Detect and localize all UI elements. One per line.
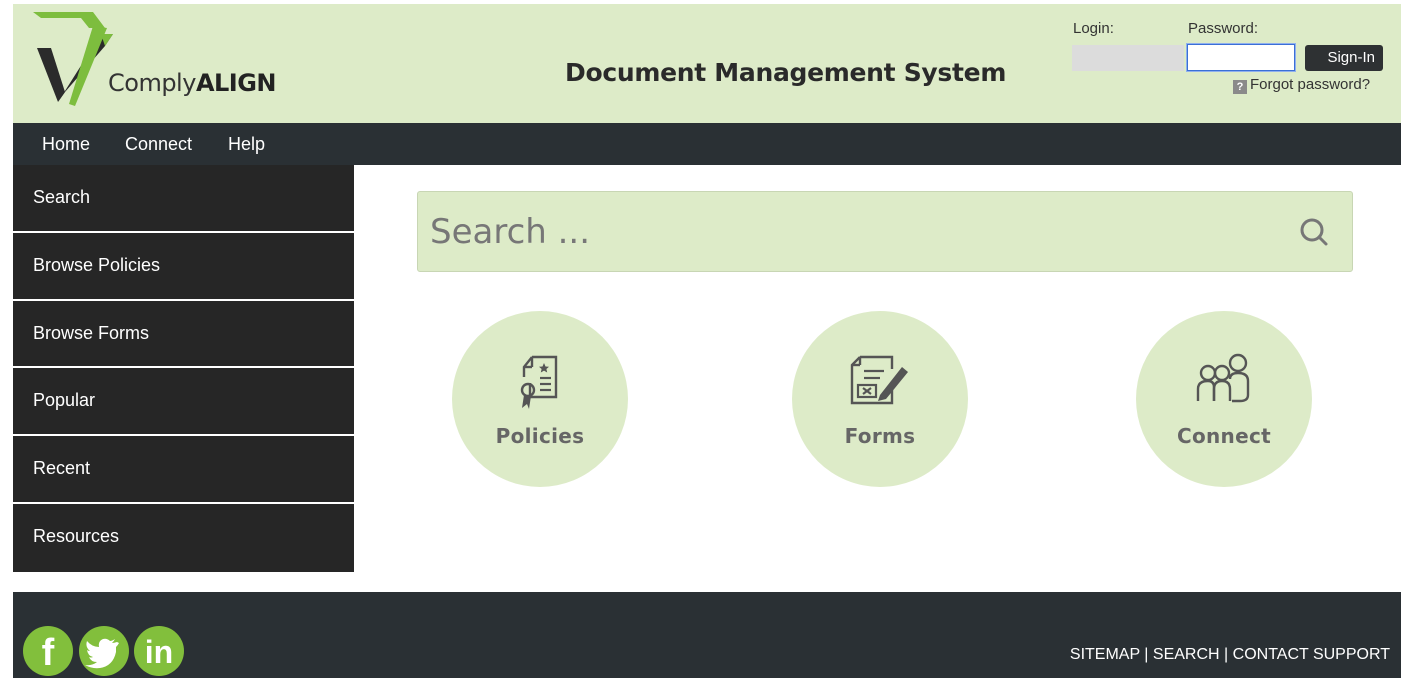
complyalign-logo[interactable]: ComplyALIGN [31, 12, 277, 107]
nav-connect[interactable]: Connect [125, 134, 192, 155]
sidebar: Search Browse Policies Browse Forms Popu… [13, 165, 354, 572]
forgot-password-label: Forgot password? [1250, 76, 1371, 93]
password-label: Password: [1188, 20, 1259, 37]
forms-tile-label: Forms [844, 424, 916, 448]
certificate-icon [520, 355, 558, 409]
connect-tile-label: Connect [1177, 424, 1271, 448]
search-input[interactable] [430, 210, 1280, 254]
help-question-icon: ? [1233, 80, 1247, 94]
policies-tile[interactable]: Policies [452, 311, 628, 487]
site-footer: f in SITEMAP | SEARCH | CONTACT SUPPORT [13, 592, 1401, 678]
twitter-bird-icon [85, 638, 119, 669]
twitter-icon[interactable] [79, 626, 129, 676]
page-title: Document Management System [565, 58, 1007, 87]
nav-help[interactable]: Help [228, 134, 265, 155]
logo-text: ComplyALIGN [108, 69, 277, 97]
people-icon [1196, 353, 1250, 403]
sidebar-item-browse-policies[interactable]: Browse Policies [13, 232, 354, 301]
nav-home[interactable]: Home [42, 134, 90, 155]
search-bar [417, 191, 1353, 272]
sidebar-item-resources[interactable]: Resources [13, 503, 354, 572]
search-icon[interactable] [1298, 216, 1330, 248]
forms-tile[interactable]: Forms [792, 311, 968, 487]
facebook-icon[interactable]: f [23, 626, 73, 676]
sidebar-item-browse-forms[interactable]: Browse Forms [13, 300, 354, 369]
sidebar-item-search[interactable]: Search [13, 165, 354, 233]
top-navigation: Home Connect Help [13, 123, 1401, 165]
footer-link-contact-support[interactable]: CONTACT SUPPORT [1233, 646, 1390, 663]
login-label: Login: [1073, 20, 1114, 37]
password-input[interactable] [1186, 43, 1296, 72]
login-input[interactable] [1072, 45, 1184, 71]
policies-tile-label: Policies [495, 424, 585, 448]
sidebar-item-popular[interactable]: Popular [13, 368, 354, 437]
sidebar-item-recent[interactable]: Recent [13, 436, 354, 504]
footer-link-sitemap[interactable]: SITEMAP [1070, 646, 1140, 663]
linkedin-icon[interactable]: in [134, 626, 184, 676]
footer-links: SITEMAP | SEARCH | CONTACT SUPPORT [1070, 646, 1390, 664]
connect-tile[interactable]: Connect [1136, 311, 1312, 487]
footer-separator: | [1219, 646, 1233, 663]
sign-in-button[interactable]: Sign-In [1305, 45, 1383, 71]
forgot-password-link[interactable]: ? Forgot password? [1233, 76, 1370, 94]
footer-separator: | [1139, 646, 1153, 663]
form-edit-icon [850, 355, 908, 405]
footer-link-search[interactable]: SEARCH [1153, 646, 1220, 663]
